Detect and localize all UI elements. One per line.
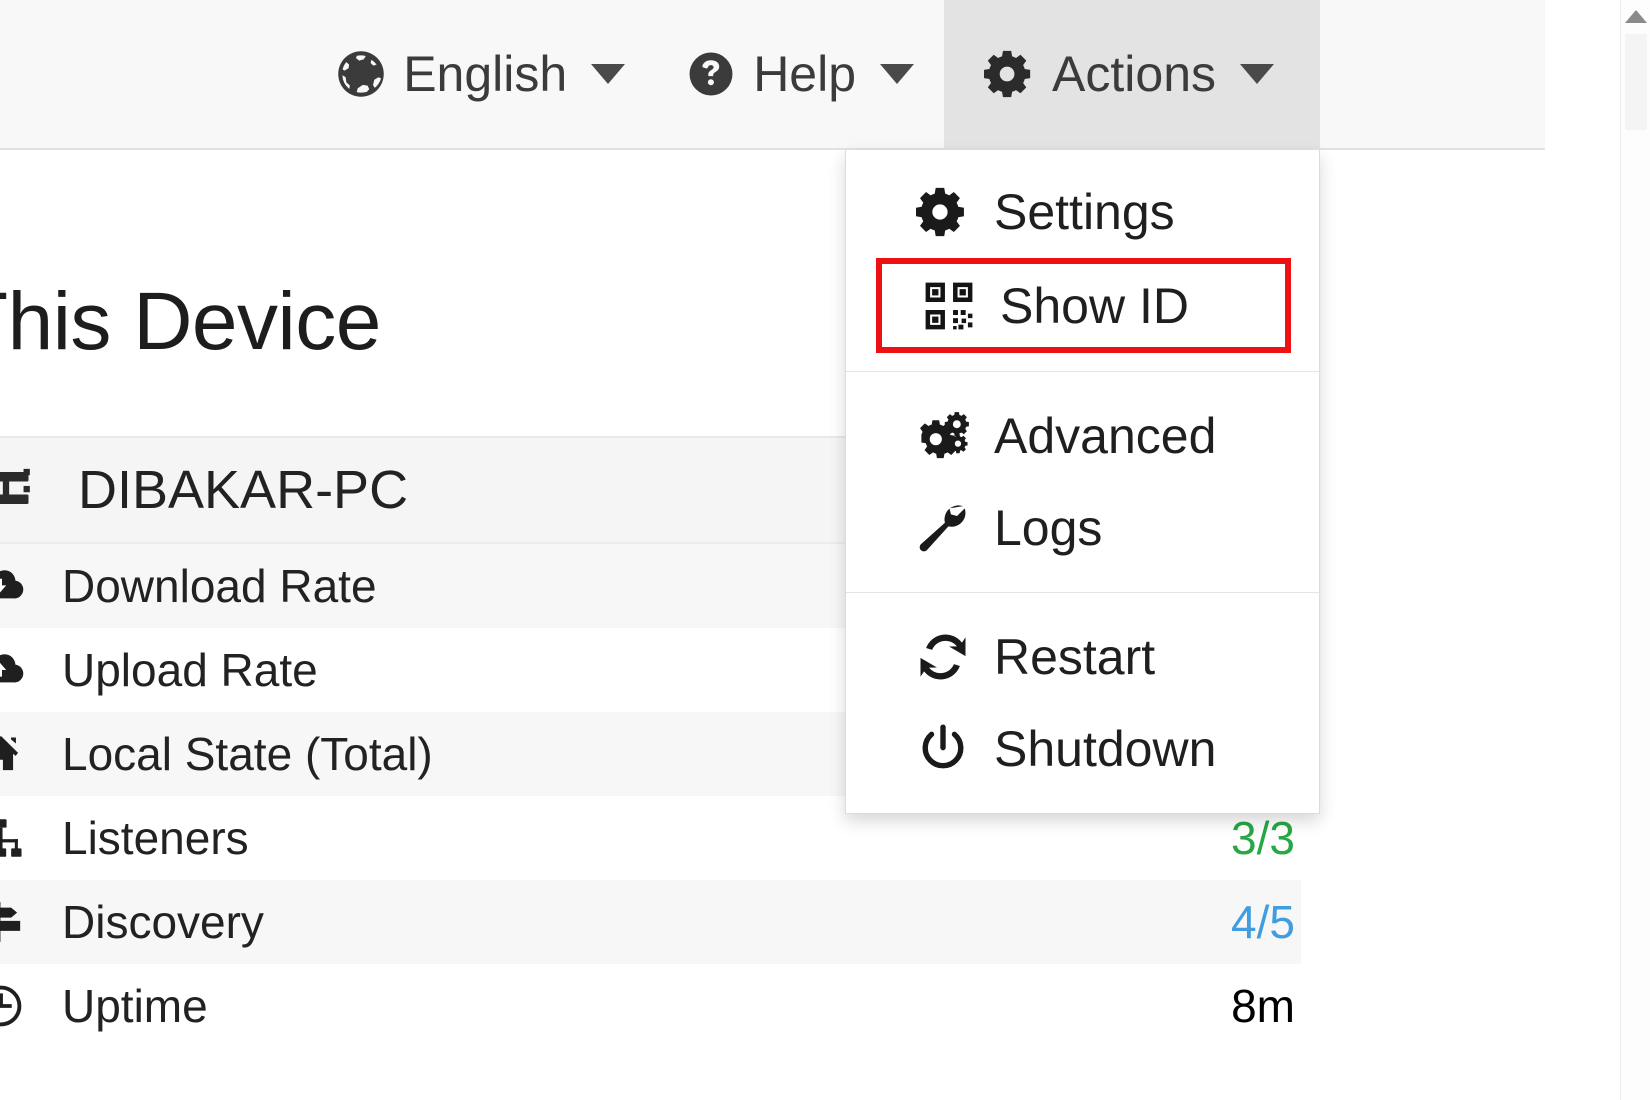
app-root: English Help Actions This Device DIBAKAR… [0,0,1650,1100]
nav-item-actions[interactable]: Actions [944,0,1320,148]
menu-item-shutdown[interactable]: Shutdown [846,703,1319,795]
globe-icon [335,48,387,100]
menu-item-label: Logs [994,500,1103,556]
menu-item-restart[interactable]: Restart [846,611,1319,703]
wrench-icon [916,501,978,555]
stat-label: Download Rate [62,560,377,612]
triangle-up-icon[interactable] [1624,10,1647,23]
menu-separator [846,371,1319,372]
question-circle-icon [685,48,737,100]
stat-value: 8m [1231,980,1295,1032]
nav-item-actions-label: Actions [1052,46,1216,102]
chevron-down-icon [591,64,626,84]
device-name: DIBAKAR-PC [78,460,409,520]
vertical-scrollbar[interactable] [1620,0,1650,1100]
scrollbar-thumb[interactable] [1625,34,1647,130]
chevron-down-icon [1240,64,1274,84]
menu-item-label: Restart [994,629,1156,685]
navbar-items: English Help Actions [305,0,1320,148]
menu-item-label: Advanced [994,408,1217,464]
stat-label: Discovery [62,896,264,948]
nav-item-help-label: Help [753,46,857,102]
sitemap-icon [0,815,34,861]
actions-dropdown-menu: Settings Show ID Advanced Logs Restart S… [845,150,1320,814]
menu-item-advanced[interactable]: Advanced [846,390,1319,482]
stat-value: 3/3 [1231,812,1295,864]
qr-code-icon [922,279,984,333]
menu-item-show-id[interactable]: Show ID [876,258,1291,353]
cogs-icon [916,409,978,463]
sync-icon [916,630,978,684]
stat-label: Listeners [62,812,249,864]
menu-item-logs[interactable]: Logs [846,482,1319,574]
top-navbar: English Help Actions [0,0,1545,150]
gear-icon [984,48,1036,100]
signpost-icon [0,899,34,945]
stat-label: Uptime [62,980,208,1032]
menu-item-settings[interactable]: Settings [846,166,1319,258]
server-icon [0,463,42,517]
menu-separator [846,592,1319,593]
cloud-download-icon [0,562,34,610]
stat-row-discovery[interactable]: Discovery 4/5 [0,880,1301,964]
chevron-down-icon [880,64,915,84]
cloud-upload-icon [0,646,34,694]
stat-row-uptime[interactable]: Uptime 8m [0,964,1301,1048]
stat-label: Local State (Total) [62,728,433,780]
home-icon [0,731,34,777]
page-viewport: English Help Actions This Device DIBAKAR… [0,0,1620,1100]
nav-item-help[interactable]: Help [655,0,944,148]
menu-item-label: Show ID [1000,277,1189,334]
clock-icon [0,983,34,1029]
nav-item-english-label: English [403,46,568,102]
power-icon [916,722,978,776]
stat-value: 4/5 [1231,896,1295,948]
menu-item-label: Settings [994,184,1175,240]
nav-item-english[interactable]: English [305,0,655,148]
gear-icon [916,185,978,239]
stat-label: Upload Rate [62,644,318,696]
page-title: This Device [0,276,381,367]
menu-item-label: Shutdown [994,721,1217,777]
